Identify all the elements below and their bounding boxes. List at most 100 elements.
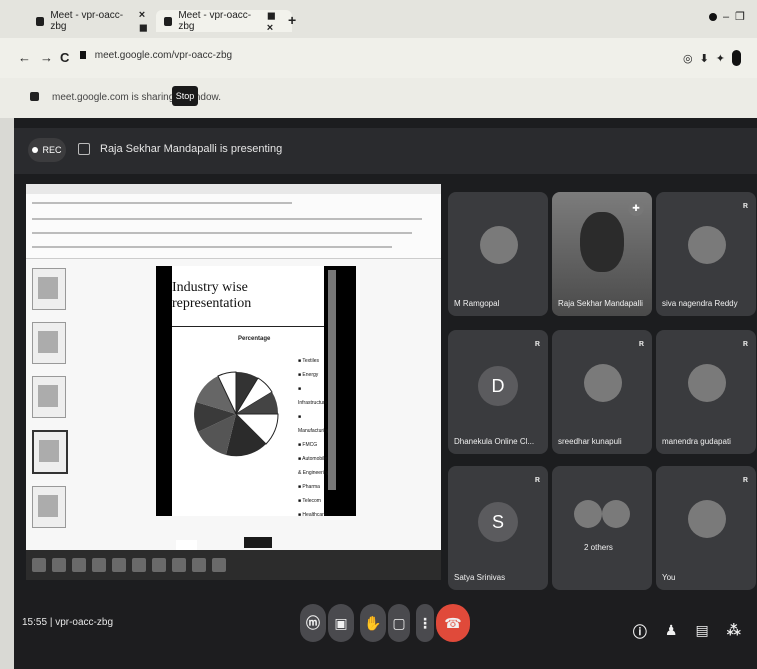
meet-favicon-icon <box>164 16 173 26</box>
browser-toolbar-icons: ◎ ⬇ ✦ <box>683 50 741 66</box>
legend-item: FMCG <box>298 438 330 452</box>
slide-thumbnail-selected[interactable] <box>32 430 68 474</box>
windows-taskbar <box>26 550 441 580</box>
taskbar-app-icon[interactable] <box>52 558 66 572</box>
maximize-icon[interactable]: ❐ <box>735 10 745 23</box>
participant-tile[interactable]: ʀ S Satya Srinivas <box>448 466 548 590</box>
close-tab-icon[interactable]: × ◼ <box>139 9 156 34</box>
meet-side-icons: ⓘ ♟ ▤ ⁂ <box>633 622 741 642</box>
participant-tile[interactable]: M Ramgopal <box>448 192 548 316</box>
legend-item: Automobile & Engineering <box>298 452 330 480</box>
mic-muted-icon: ʀ <box>742 200 748 210</box>
browser-tab-2[interactable]: Meet - vpr-oacc-zbg ◼ × <box>156 9 292 34</box>
minimize-icon[interactable]: – <box>723 11 729 23</box>
lock-icon <box>80 51 86 60</box>
browser-tabbar: Meet - vpr-oacc-zbg × ◼ Meet - vpr-oacc-… <box>0 0 757 38</box>
taskbar-app-icon[interactable] <box>172 558 186 572</box>
participant-tile-active[interactable]: ✚ Raja Sekhar Mandapalli <box>552 192 652 316</box>
slide-thumbnail[interactable] <box>32 486 66 528</box>
mic-icon[interactable]: ⓜ <box>300 604 326 642</box>
end-call-icon[interactable]: ☎ <box>436 604 470 642</box>
ribbon-tools <box>32 218 422 220</box>
download-icon[interactable]: ⬇ <box>700 52 709 65</box>
meet-favicon-icon <box>36 16 45 26</box>
slide-thumbnail[interactable] <box>32 376 66 418</box>
taskbar-app-icon[interactable] <box>112 558 126 572</box>
powerpoint-title-bar <box>26 184 441 194</box>
ribbon-tabs <box>32 202 292 204</box>
share-window-icon <box>30 92 39 101</box>
participant-tile[interactable]: ʀ siva nagendra Reddy <box>656 192 756 316</box>
legend-item: Infrastructure <box>298 382 330 410</box>
legend-item: Pharma <box>298 480 330 494</box>
hand-icon[interactable]: ✋ <box>360 604 386 642</box>
ribbon-groups <box>32 246 392 248</box>
activities-icon[interactable]: ⁂ <box>727 622 741 642</box>
taskbar-app-icon[interactable] <box>152 558 166 572</box>
tab-title: Meet - vpr-oacc-zbg <box>178 10 252 32</box>
taskbar-app-icon[interactable] <box>132 558 146 572</box>
slide-heading: Industry wise representation <box>172 266 324 327</box>
participant-name: M Ramgopal <box>454 299 500 308</box>
forward-icon[interactable]: → <box>40 50 53 65</box>
puzzle-icon[interactable]: ✦ <box>716 52 725 65</box>
start-icon[interactable] <box>32 558 46 572</box>
participant-name: manendra gudapati <box>662 437 731 446</box>
people-icon[interactable]: ♟ <box>665 622 678 642</box>
slide-scrollbar[interactable] <box>328 270 336 490</box>
taskbar-app-icon[interactable] <box>192 558 206 572</box>
reload-icon[interactable]: C <box>60 50 69 65</box>
present-screen-icon <box>78 143 90 155</box>
shared-presentation[interactable]: Industry wise representation Percentage … <box>26 184 441 580</box>
slide-thumbnail[interactable] <box>32 322 66 364</box>
legend-item: Energy <box>298 368 330 382</box>
pin-icon[interactable]: ✚ <box>628 200 644 216</box>
hint-stop-button[interactable] <box>244 537 272 548</box>
slide-subheading: Percentage <box>238 336 271 342</box>
mic-muted-icon: ʀ <box>742 474 748 484</box>
participant-name: You <box>662 573 676 582</box>
participant-tile[interactable]: ʀ manendra gudapati <box>656 330 756 454</box>
new-tab-icon[interactable]: + <box>288 12 296 28</box>
slide-thumbnail[interactable] <box>32 268 66 310</box>
info-icon[interactable]: ⓘ <box>633 622 647 642</box>
back-icon[interactable]: ← <box>18 50 31 65</box>
legend-item: Textiles <box>298 354 330 368</box>
stop-sharing-button[interactable]: Stop <box>172 86 198 106</box>
meeting-time: 15:55 <box>22 617 48 628</box>
address-bar[interactable]: meet.google.com/vpr-oacc-zbg <box>80 50 232 61</box>
participant-avatar <box>688 226 726 264</box>
taskbar-app-icon[interactable] <box>72 558 86 572</box>
mic-muted-icon: ʀ <box>534 338 540 348</box>
participant-name: Satya Srinivas <box>454 573 506 582</box>
meeting-info: 15:55 | vpr-oacc-zbg <box>22 617 113 628</box>
chat-icon[interactable]: ▤ <box>695 622 708 642</box>
profile-avatar[interactable] <box>732 50 741 66</box>
participant-name: Dhanekula Online Cl... <box>454 437 535 446</box>
taskbar-app-icon[interactable] <box>212 558 226 572</box>
sharing-bar: meet.google.com is sharing a window. Sto… <box>0 78 757 118</box>
mic-muted-icon: ʀ <box>742 338 748 348</box>
record-dot-icon <box>32 147 39 153</box>
mic-muted-icon: ʀ <box>534 474 540 484</box>
current-slide: Industry wise representation Percentage … <box>172 266 330 518</box>
close-tab-icon[interactable]: ◼ × <box>267 9 284 34</box>
taskbar-app-icon[interactable] <box>92 558 106 572</box>
url-text: meet.google.com/vpr-oacc-zbg <box>94 50 233 61</box>
participant-tile[interactable]: ʀ D Dhanekula Online Cl... <box>448 330 548 454</box>
slide-pane: Industry wise representation Percentage … <box>156 266 356 518</box>
slide-thumbnails <box>28 262 68 528</box>
present-icon[interactable]: ▢ <box>388 604 410 642</box>
share-hint-bar <box>176 540 198 550</box>
extensions-icon[interactable]: ◎ <box>683 52 693 65</box>
others-count: 2 others <box>584 543 613 552</box>
others-tile[interactable]: 2 others <box>552 466 652 590</box>
participant-tile[interactable]: ʀ sreedhar kunapuli <box>552 330 652 454</box>
participant-video-face <box>580 212 624 272</box>
camera-icon[interactable]: ▣ <box>328 604 354 642</box>
self-tile[interactable]: ʀ You <box>656 466 756 590</box>
more-icon[interactable]: ⋮ <box>416 604 434 642</box>
legend-item: Manufacturing <box>298 410 330 438</box>
browser-tab-1[interactable]: Meet - vpr-oacc-zbg × ◼ <box>28 9 164 34</box>
window-controls: – ❐ <box>709 10 745 23</box>
